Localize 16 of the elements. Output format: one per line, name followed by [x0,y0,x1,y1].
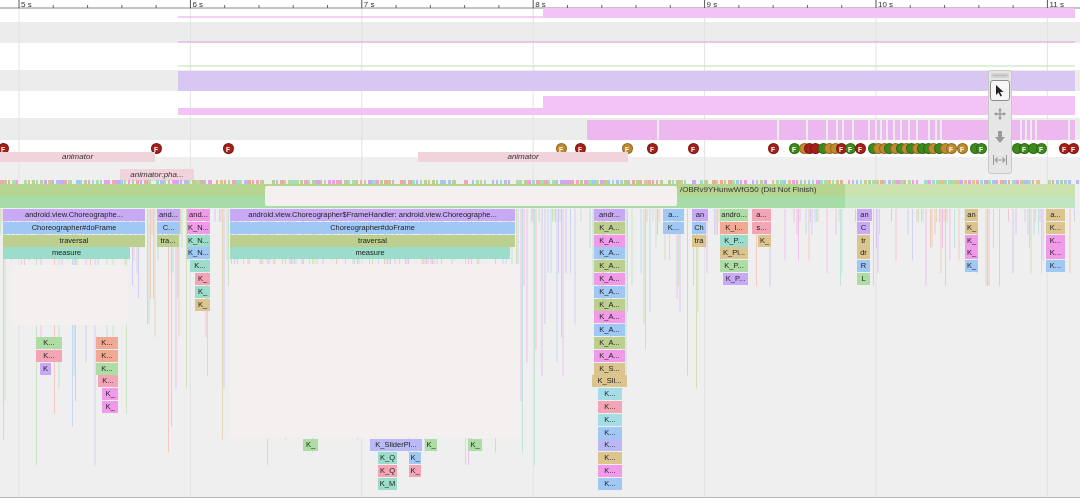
trace-slice[interactable]: animator [0,152,155,162]
pointer-icon [995,84,1005,97]
fit-width-icon [993,154,1007,165]
time-label: 5 s [21,0,32,9]
time-label: 6 s [192,0,204,9]
trace-slice[interactable]: animator:pha... [120,169,194,181]
select-tool-button[interactable] [990,80,1010,101]
time-label: 10 s [878,0,894,9]
drag-handle-icon[interactable] [991,73,1009,78]
time-label: 9 s [706,0,718,9]
down-arrow-icon [995,130,1005,143]
move-icon [994,107,1006,120]
time-label: 7 s [363,0,375,9]
time-label: 8 s [535,0,546,9]
time-label: 11 s [1049,0,1064,9]
trace-slice[interactable]: animator [418,152,628,162]
